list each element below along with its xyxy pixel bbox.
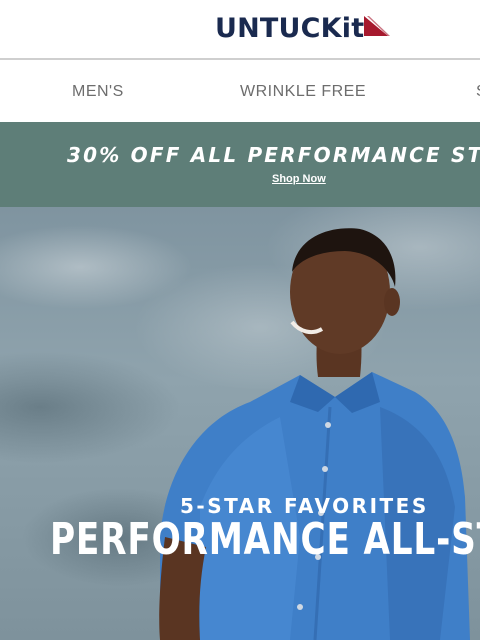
- nav-item-mens[interactable]: MEN'S: [72, 83, 124, 101]
- hero-title: PERFORMANCE ALL-STA: [50, 514, 480, 565]
- nav-item-wrinkle-free[interactable]: WRINKLE FREE: [240, 83, 366, 101]
- nav-item-partial[interactable]: S: [476, 83, 480, 101]
- main-nav: MEN'S WRINKLE FREE S: [0, 62, 480, 122]
- promo-banner[interactable]: 30% OFF ALL PERFORMANCE STY Shop Now: [0, 122, 480, 207]
- hero-banner[interactable]: 5-STAR FAVORITES PERFORMANCE ALL-STA: [0, 207, 480, 640]
- untuckit-flag-icon: [364, 16, 391, 43]
- hero-model-image: [159, 228, 470, 640]
- promo-headline: 30% OFF ALL PERFORMANCE STY: [67, 143, 480, 167]
- logo-wordmark: UNTUCKit: [215, 12, 365, 44]
- site-header: UNTUCKit: [0, 0, 480, 60]
- shop-now-link[interactable]: Shop Now: [272, 173, 326, 185]
- untuckit-logo[interactable]: UNTUCKit: [215, 11, 391, 45]
